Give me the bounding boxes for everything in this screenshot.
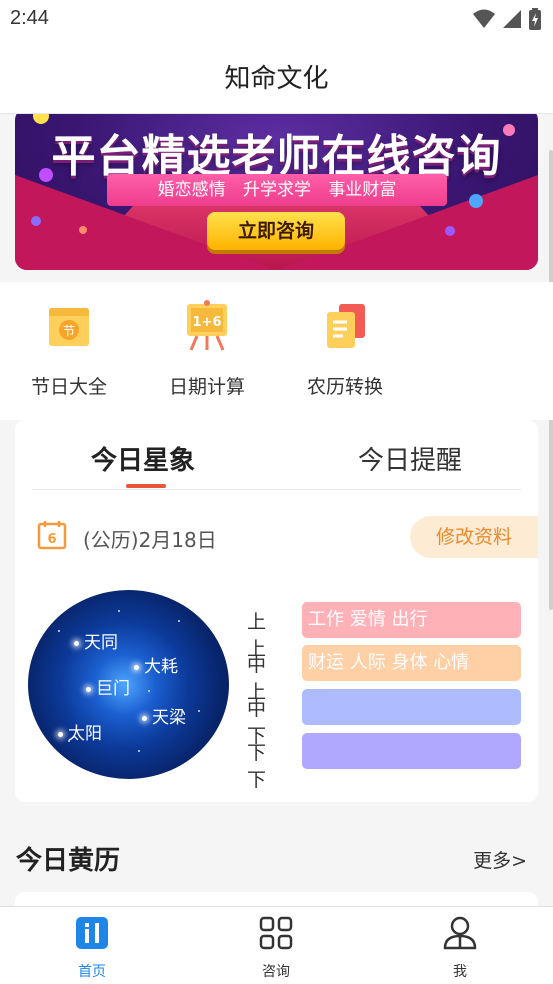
status-bar: 2:44: [0, 0, 553, 40]
date-row: 6 (公历)2月18日 修改资料: [15, 516, 538, 560]
star-label: 太阳: [58, 719, 102, 744]
nav-consult[interactable]: 咨询: [236, 915, 316, 981]
solar-date: (公历)2月18日: [83, 528, 217, 552]
astro-tabs: 今日星象 今日提醒: [32, 420, 521, 490]
star-chart: 天同 大耗 巨门 天梁 太阳: [28, 590, 229, 779]
quick-tools: 节 节日大全 1+6 日期计算 农历转换: [0, 282, 553, 420]
signal-icon: [503, 10, 521, 28]
fortune-bar: 财运 人际 身体 心情: [302, 645, 521, 681]
tool-label: 日期计算: [168, 376, 245, 398]
consult-banner[interactable]: 平台精选老师在线咨询 婚恋感情 升学求学 事业财富 立即咨询: [15, 114, 538, 270]
fortune-bar: [302, 733, 521, 769]
nav-label: 咨询: [262, 964, 290, 980]
main-content[interactable]: 平台精选老师在线咨询 婚恋感情 升学求学 事业财富 立即咨询 节 节日大全 1+…: [0, 114, 553, 906]
page-title: 知命文化: [224, 64, 329, 94]
almanac-header: 今日黄历 更多>: [0, 820, 553, 890]
almanac-title: 今日黄历: [16, 846, 121, 876]
tab-today-reminder[interactable]: 今日提醒: [358, 440, 462, 477]
edit-profile-button[interactable]: 修改资料: [410, 516, 538, 558]
star-label: 天梁: [142, 703, 186, 728]
active-tab-indicator: [126, 484, 166, 488]
status-time: 2:44: [10, 7, 49, 29]
tool-label: 节日大全: [30, 376, 107, 398]
banner-tags: 婚恋感情 升学求学 事业财富: [107, 174, 447, 206]
svg-text:节: 节: [63, 324, 75, 338]
tool-label: 农历转换: [306, 376, 383, 398]
person-icon: [443, 916, 477, 950]
date-calc-icon: 1+6: [187, 300, 227, 351]
almanac-card[interactable]: [15, 892, 538, 906]
astro-card: 今日星象 今日提醒 6 (公历)2月18日 修改资料 天同 大耗 巨门 天梁 太…: [15, 420, 538, 802]
nav-me[interactable]: 我: [420, 915, 500, 981]
fortune-bar: [302, 689, 521, 725]
star-label: 天同: [74, 628, 118, 653]
nav-label: 首页: [78, 964, 106, 980]
status-icons: [473, 8, 541, 30]
consult-now-button[interactable]: 立即咨询: [207, 212, 345, 250]
fortune-level: 下下: [247, 742, 267, 791]
star-label: 巨门: [86, 674, 130, 699]
calendar-day: 6: [47, 532, 56, 547]
calendar-icon: 6: [37, 521, 67, 550]
home-icon: [76, 917, 108, 949]
nav-label: 我: [453, 964, 467, 980]
festival-icon: 节: [49, 308, 89, 346]
app-header: 知命文化: [0, 40, 553, 114]
tool-date-calc[interactable]: 1+6 日期计算: [157, 298, 257, 399]
nav-home[interactable]: 首页: [52, 915, 132, 981]
svg-text:1+6: 1+6: [193, 315, 222, 330]
fortune-bar: 工作 爱情 出行: [302, 602, 521, 638]
battery-icon: [529, 8, 541, 30]
tool-lunar-convert[interactable]: 农历转换: [295, 298, 395, 399]
tab-today-stars[interactable]: 今日星象: [91, 440, 195, 477]
grid-icon: [259, 916, 293, 950]
star-label: 大耗: [134, 652, 178, 677]
wifi-icon: [473, 9, 495, 28]
almanac-more-link[interactable]: 更多>: [473, 846, 527, 873]
lunar-convert-icon: [327, 304, 365, 348]
bottom-nav: 首页 咨询 我: [0, 906, 553, 984]
tool-festivals[interactable]: 节 节日大全: [19, 298, 119, 399]
